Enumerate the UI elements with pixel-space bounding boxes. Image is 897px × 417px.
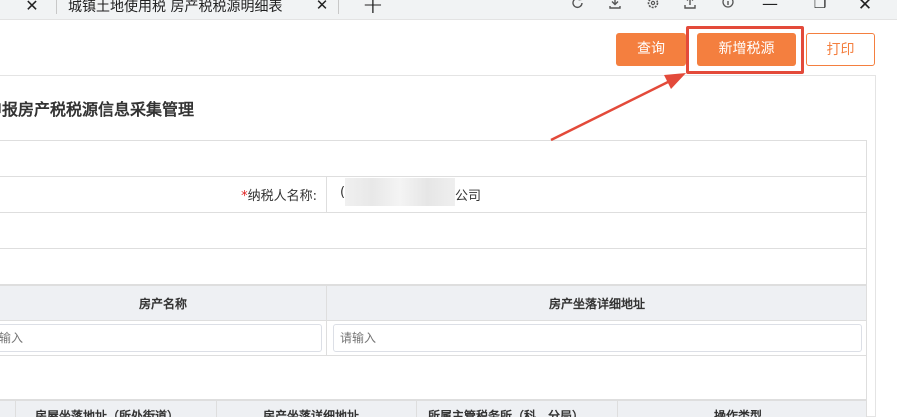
column-header-address: 房产坐落详细地址: [548, 297, 645, 311]
column-divider: [416, 401, 417, 417]
tab-divider: [338, 0, 339, 14]
form-row-empty: [0, 140, 867, 177]
column-header-street: 房屋坐落地址（所处街道）: [35, 409, 180, 417]
tab-title[interactable]: 城镇土地使用税 房产税税源明细表: [68, 0, 282, 16]
restore-icon[interactable]: ❐: [812, 0, 828, 12]
column-divider: [216, 401, 217, 417]
column-divider: [326, 321, 327, 356]
taxpayer-value-end: 公司: [455, 189, 482, 204]
tab-close-icon[interactable]: ✕: [24, 0, 40, 15]
redacted-text: [345, 178, 455, 206]
column-header-tax-office: 所属主管税务所（科、分局）: [428, 409, 585, 417]
taxpayer-label: *纳税人名称:: [241, 185, 317, 204]
refresh-icon[interactable]: [570, 0, 586, 11]
column-divider: [15, 401, 16, 417]
tab-close-icon-active[interactable]: ✕: [314, 0, 330, 14]
row-divider: [326, 177, 327, 213]
form-row-empty: [0, 213, 867, 249]
taxpayer-label-text: 纳税人名称:: [247, 189, 317, 204]
address-input[interactable]: [333, 324, 862, 352]
table2-header: 房屋坐落地址（所处街道） 房产坐落详细地址 所属主管税务所（科、分局） 操作类型: [0, 400, 867, 417]
property-name-input[interactable]: [0, 324, 322, 352]
form-row-empty: [0, 249, 867, 285]
share-icon[interactable]: [682, 0, 698, 11]
add-tax-source-button[interactable]: 新增税源: [697, 33, 796, 66]
print-button[interactable]: 打印: [806, 33, 875, 66]
table-header: 房产名称 房产坐落详细地址: [0, 285, 867, 322]
query-button[interactable]: 查询: [616, 33, 686, 66]
info-icon[interactable]: [720, 0, 736, 11]
table-empty-row: [0, 356, 867, 400]
settings-icon[interactable]: [645, 0, 661, 11]
download-icon[interactable]: [607, 0, 623, 11]
column-header-property-name: 房产名称: [138, 297, 187, 311]
column-header-detail-address: 房产坐落详细地址: [263, 409, 360, 417]
table-filter-row: [0, 321, 867, 356]
tab-divider: [56, 0, 57, 14]
column-divider: [617, 401, 618, 417]
browser-tab-bar: ✕ 城镇土地使用税 房产税税源明细表 ✕ + — ❐ ✕: [0, 0, 897, 20]
page-title: 申报房产税税源信息采集管理: [0, 100, 195, 119]
new-tab-icon[interactable]: +: [362, 0, 384, 20]
minimize-icon[interactable]: —: [762, 0, 778, 13]
column-header-operation: 操作类型: [714, 409, 763, 417]
close-window-icon[interactable]: ✕: [857, 0, 873, 15]
